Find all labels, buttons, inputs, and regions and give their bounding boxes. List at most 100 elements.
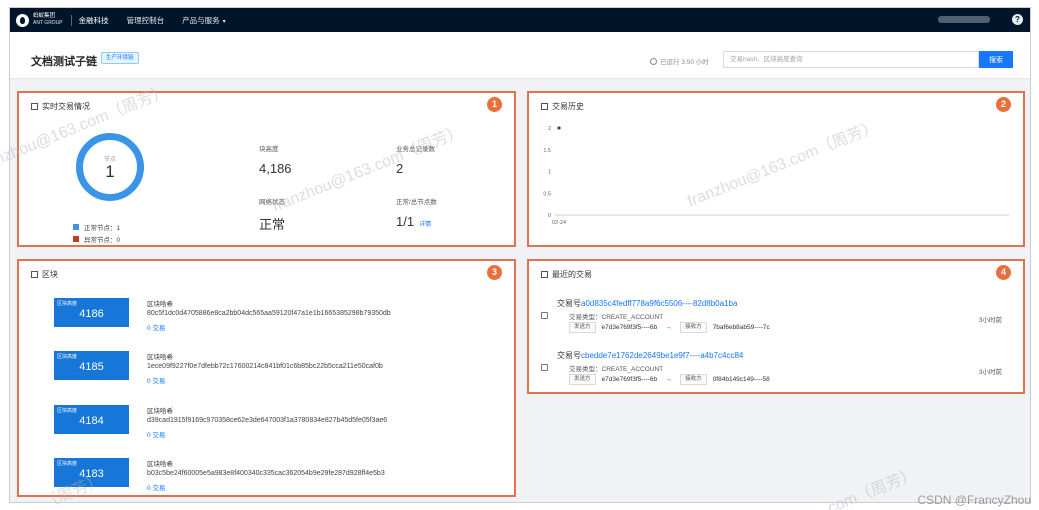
brand-label: 金融科技: [70, 14, 109, 26]
nav-label: 产品与服务: [182, 15, 220, 25]
block-row[interactable]: 区块高度 4183 区块哈希 b03c5be24f60005e5a983e8f4…: [42, 458, 512, 495]
y-axis: 2 1.5 1 0.5 0: [543, 126, 551, 219]
tx-parties: 发送方 e7d3e769f3f5----6b → 接收方 0f84b149c14…: [569, 374, 770, 385]
stat-block-height: 块高度 4,186: [259, 143, 292, 176]
transaction-history-panel: 交易历史 2 2 1.5 1 0.5 0 02-24: [527, 91, 1025, 247]
panel-title-text: 实时交易情况: [42, 102, 90, 111]
data-point[interactable]: [557, 126, 561, 130]
block-height-value: 4183: [79, 468, 104, 480]
block-hash-value[interactable]: b03c5be24f60005e5a983e8f400340c335cac362…: [147, 470, 385, 477]
user-account-blurred[interactable]: [938, 16, 990, 23]
block-height-box[interactable]: 区块高度 4186: [54, 298, 129, 327]
transaction-row[interactable]: 交易号a0d835c4fedff778a9f6c5506----82d8b0a1…: [541, 298, 1016, 344]
sender-address[interactable]: e7d3e769f3f5----6b: [602, 376, 658, 383]
block-height-box[interactable]: 区块高度 4184: [54, 405, 129, 434]
block-hash-label: 区块哈希: [147, 354, 173, 361]
source-credit: CSDN @FrancyZhou: [917, 493, 1031, 507]
chevron-down-icon: ▾: [222, 18, 226, 25]
block-hash-value[interactable]: 1ece09f9227f0e7dfebb72c17600214c841bf01c…: [147, 363, 383, 370]
block-height-box[interactable]: 区块高度 4185: [54, 351, 129, 380]
legend-normal: 正常节点：1: [73, 222, 120, 232]
block-height-value: 4186: [79, 308, 104, 320]
search-button[interactable]: 搜索: [979, 51, 1013, 68]
nav-label: 管理控制台: [126, 15, 165, 25]
ant-group-logo[interactable]: 蚂蚁集团 ANT GROUP: [16, 13, 63, 27]
block-row[interactable]: 区块高度 4186 区块哈希 80c5f1dc0d4705886e8ca2bb0…: [42, 298, 512, 342]
block-tx-count-link[interactable]: 0 交易: [147, 482, 165, 492]
history-chart: 2 1.5 1 0.5 0 02-24: [543, 126, 1009, 226]
stat-value-row: 1/1 详情: [396, 214, 437, 229]
tx-id-prefix: 交易号: [557, 299, 581, 308]
realtime-transactions-panel: 实时交易情况 1 节点 1 正常节点：1 异常节点：0 块高度 4,186 业务…: [17, 91, 516, 247]
panel-title-text: 区块: [42, 270, 58, 279]
donut-value: 1: [105, 162, 115, 181]
tx-type: 交易类型：CREATE_ACCOUNT: [569, 366, 664, 373]
block-row[interactable]: 区块高度 4184 区块哈希 d39cad1915f9169c970358ce6…: [42, 405, 512, 449]
transaction-icon: [541, 364, 548, 371]
nav-management-console[interactable]: 管理控制台: [127, 15, 165, 26]
stat-node-count: 正常/总节点数 1/1 详情: [396, 196, 437, 229]
block-height-value: 4184: [79, 415, 104, 427]
sender-address[interactable]: e7d3e769f3f5----6b: [602, 324, 658, 331]
bar-chart-icon: [31, 103, 38, 110]
receiver-address[interactable]: 7baf6eb8ab59----7c: [713, 324, 770, 331]
page-header: 文档测试子链 生产环境链 已运行 3.50 小时 搜索: [10, 32, 1030, 79]
node-donut-chart: 节点 1: [76, 133, 144, 201]
ant-logo-icon: [16, 13, 29, 27]
tx-hash-link[interactable]: cbedde7e1762de2649be1e9f7----a4b7c4cc84: [581, 351, 743, 360]
x-tick-label: 02-24: [552, 220, 566, 226]
annotation-badge: 4: [996, 265, 1011, 280]
env-tag: 生产环境链: [101, 52, 139, 64]
block-hash-value[interactable]: 80c5f1dc0d4705886e8ca2bb04dc565aa59120f4…: [147, 310, 391, 317]
tx-hash-link[interactable]: a0d835c4fedff778a9f6c5506----82d8b0a1ba: [581, 299, 737, 308]
stat-value: 2: [396, 161, 404, 176]
question-circle-icon[interactable]: ?: [1012, 14, 1023, 25]
transaction-row[interactable]: 交易号cbedde7e1762de2649be1e9f7----a4b7c4cc…: [541, 350, 1016, 396]
nav-products-services[interactable]: 产品与服务 ▾: [182, 15, 226, 26]
logo-line-2: ANT GROUP: [33, 20, 63, 26]
y-tick-label: 0: [548, 213, 551, 219]
block-hash-label: 区块哈希: [147, 408, 173, 415]
node-details-link[interactable]: 详情: [419, 222, 431, 228]
block-hash-value[interactable]: d39cad1915f9169c970358ce62e3de647003f1a3…: [147, 417, 387, 424]
block-height-value: 4185: [79, 361, 104, 373]
tx-id: 交易号a0d835c4fedff778a9f6c5506----82d8b0a1…: [557, 298, 737, 309]
y-tick-label: 1.5: [543, 148, 551, 154]
block-hash-label: 区块哈希: [147, 301, 173, 308]
block-tx-count-link[interactable]: 0 交易: [147, 322, 165, 332]
tx-time: 3小时前: [978, 369, 1002, 376]
tx-type: 交易类型：CREATE_ACCOUNT: [569, 314, 664, 321]
legend-abnormal: 异常节点：0: [73, 234, 120, 244]
blocks-panel: 区块 3 区块高度 4186 区块哈希 80c5f1dc0d4705886e8c…: [17, 259, 516, 497]
sender-tag: 发送方: [569, 374, 596, 385]
logo-line-1: 蚂蚁集团: [33, 13, 56, 19]
x-axis: 02-24: [552, 220, 566, 226]
receiver-tag: 接收方: [680, 374, 707, 385]
legend-swatch-red: [73, 236, 79, 242]
block-row[interactable]: 区块高度 4185 区块哈希 1ece09f9227f0e7dfebb72c17…: [42, 351, 512, 395]
stat-label: 正常/总节点数: [396, 199, 437, 206]
page-title: 文档测试子链: [31, 56, 97, 68]
y-tick-label: 0.5: [543, 191, 551, 197]
transaction-icon: [541, 312, 548, 319]
search-input[interactable]: [723, 51, 979, 68]
stat-network-status: 网络状态 正常: [259, 196, 285, 233]
block-icon: [31, 271, 38, 278]
sender-tag: 发送方: [569, 322, 596, 333]
tx-parties: 发送方 e7d3e769f3f5----6b → 接收方 7baf6eb8ab5…: [569, 322, 770, 333]
panel-title: 最近的交易: [541, 269, 592, 280]
legend-swatch-blue: [73, 224, 79, 230]
panel-title: 区块: [31, 269, 58, 280]
y-tick-label: 2: [548, 126, 551, 132]
runtime-text: 已运行 3.50 小时: [660, 59, 709, 66]
runtime-status: 已运行 3.50 小时: [650, 56, 709, 66]
receiver-address[interactable]: 0f84b149c149----58: [713, 376, 770, 383]
tx-id: 交易号cbedde7e1762de2649be1e9f7----a4b7c4cc…: [557, 350, 743, 361]
block-height-box[interactable]: 区块高度 4183: [54, 458, 129, 487]
tx-id-prefix: 交易号: [557, 351, 581, 360]
block-tx-count-link[interactable]: 0 交易: [147, 429, 165, 439]
block-height-caption: 区块高度: [57, 301, 78, 307]
legend-text: 正常节点：1: [84, 225, 121, 232]
panel-title-text: 最近的交易: [552, 270, 592, 279]
block-tx-count-link[interactable]: 0 交易: [147, 375, 165, 385]
